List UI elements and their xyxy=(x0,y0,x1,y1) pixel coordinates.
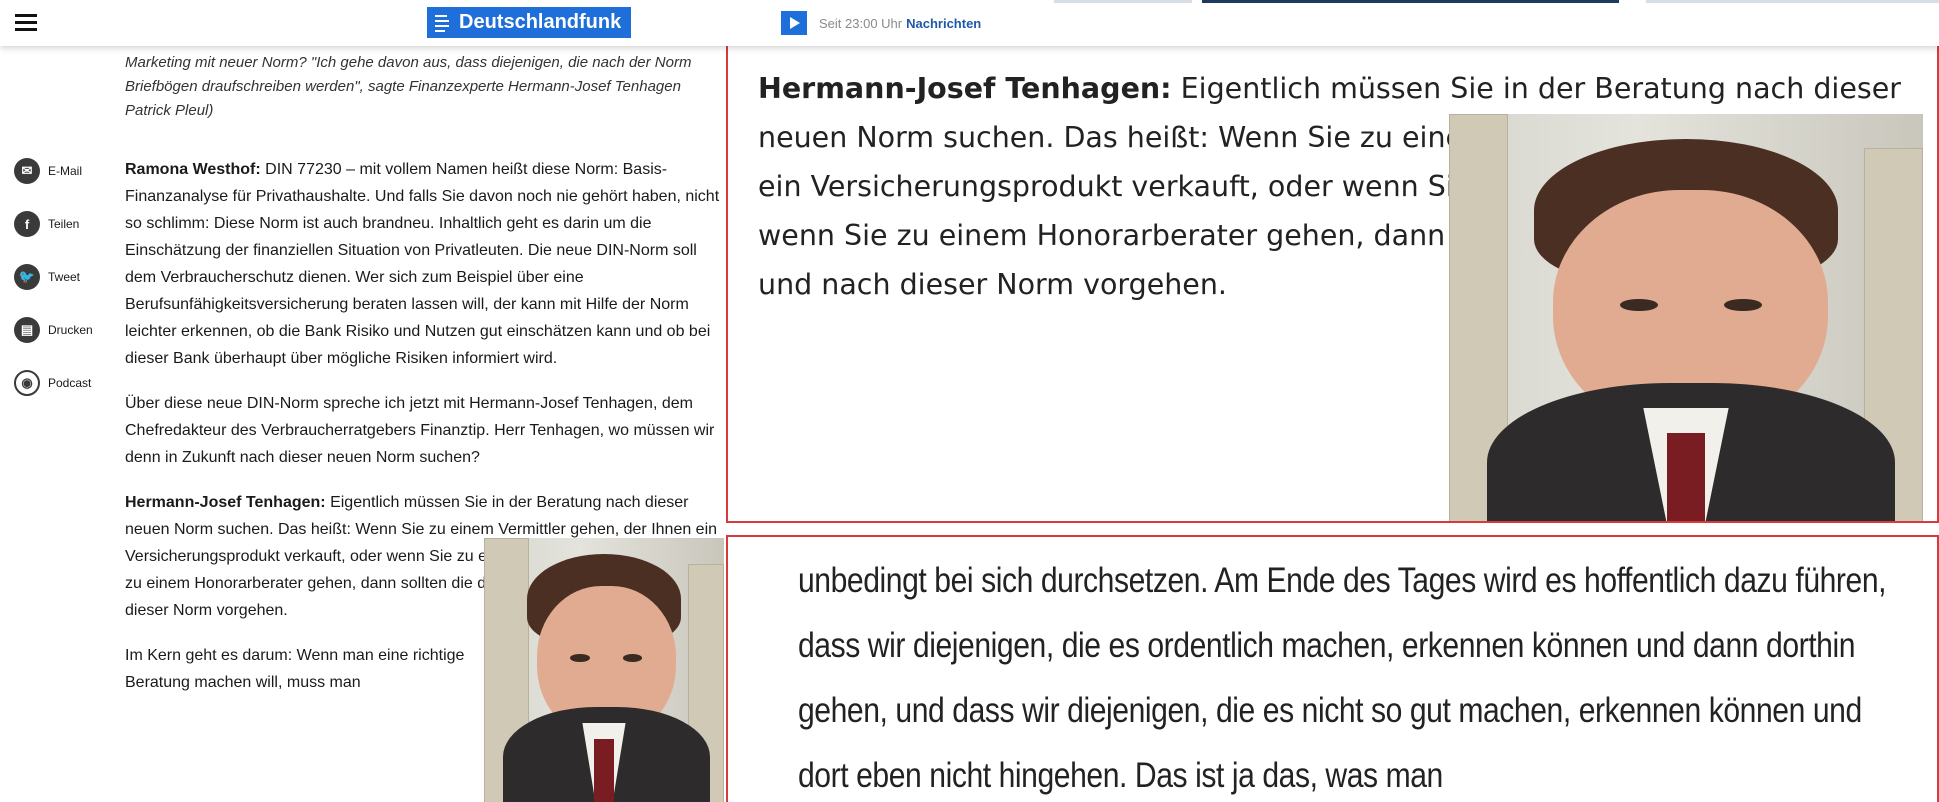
speaker-name: Hermann-Josef Tenhagen: xyxy=(758,72,1172,105)
facebook-icon: f xyxy=(14,211,40,237)
paragraph-text: Über diese neue DIN-Norm spreche ich jet… xyxy=(125,395,715,466)
header-accent-strip xyxy=(1054,0,1192,3)
share-label: Teilen xyxy=(48,217,80,231)
speaker-photo xyxy=(484,538,724,802)
share-label: Drucken xyxy=(48,323,93,337)
paragraph-text: DIN 77230 – mit vollem Namen heißt diese… xyxy=(125,161,720,367)
share-label: E-Mail xyxy=(48,164,83,178)
zoomed-continuation-text: unbedingt bei sich durchsetzen. Am Ende … xyxy=(798,561,1887,795)
radio-program-title[interactable]: Nachrichten xyxy=(906,16,981,31)
header-accent-strip xyxy=(1202,0,1619,3)
paragraph-text: Im Kern geht es darum: Wenn man eine ric… xyxy=(125,647,465,691)
radio-time: Seit 23:00 Uhr xyxy=(819,15,903,31)
zoom-overlay-continuation: unbedingt bei sich durchsetzen. Am Ende … xyxy=(726,535,1939,802)
share-twitter-button[interactable]: 🐦 Tweet xyxy=(14,264,104,290)
article-paragraph: Ramona Westhof: DIN 77230 – mit vollem N… xyxy=(125,156,725,372)
podcast-button[interactable]: ◉ Podcast xyxy=(14,370,104,396)
share-facebook-button[interactable]: f Teilen xyxy=(14,211,104,237)
radio-player[interactable]: Seit 23:00 Uhr Nachrichten xyxy=(781,11,981,35)
share-label: Tweet xyxy=(48,270,81,284)
play-icon[interactable] xyxy=(781,11,807,35)
print-button[interactable]: ▤ Drucken xyxy=(14,317,104,343)
article-paragraph: Über diese neue DIN-Norm spreche ich jet… xyxy=(125,390,725,471)
brand-logo-icon xyxy=(433,12,451,34)
share-email-button[interactable]: ✉ E-Mail xyxy=(14,158,104,184)
top-bar: Deutschlandfunk Seit 23:00 Uhr Nachricht… xyxy=(0,0,1939,46)
speaker-name: Ramona Westhof: xyxy=(125,161,261,178)
share-sidebar: ✉ E-Mail f Teilen 🐦 Tweet ▤ Drucken ◉ Po… xyxy=(14,158,104,423)
header-accent-strip xyxy=(1646,0,1939,3)
zoom-overlay-paragraph: Hermann-Josef Tenhagen: Eigentlich müsse… xyxy=(726,38,1939,523)
speaker-photo-zoomed xyxy=(1449,114,1923,521)
brand-name: Deutschlandfunk xyxy=(459,11,622,33)
podcast-icon: ◉ xyxy=(14,370,40,396)
share-label: Podcast xyxy=(48,376,92,390)
menu-icon[interactable] xyxy=(15,14,37,32)
twitter-icon: 🐦 xyxy=(14,264,40,290)
brand-logo[interactable]: Deutschlandfunk xyxy=(427,7,632,38)
image-caption: Marketing mit neuer Norm? "Ich gehe davo… xyxy=(125,54,692,119)
speaker-name: Hermann-Josef Tenhagen: xyxy=(125,494,326,511)
print-icon: ▤ xyxy=(14,317,40,343)
article-paragraph: Im Kern geht es darum: Wenn man eine ric… xyxy=(125,642,465,696)
email-icon: ✉ xyxy=(14,158,40,184)
